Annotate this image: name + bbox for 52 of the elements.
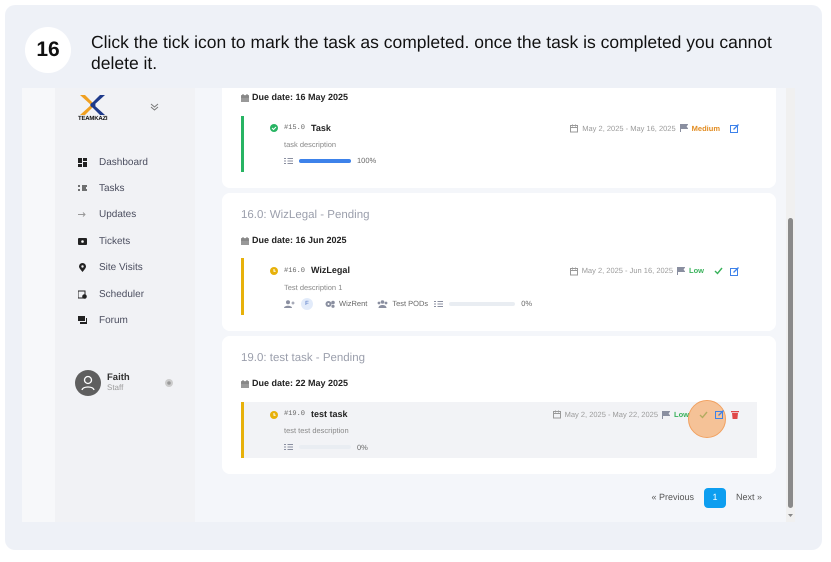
calendar-icon bbox=[241, 236, 249, 244]
calendar-icon bbox=[570, 266, 578, 276]
sidebar-item[interactable]: Tickets bbox=[55, 228, 195, 255]
calendar-icon bbox=[241, 380, 249, 388]
previous-link[interactable]: « Previous bbox=[645, 491, 700, 504]
flag-icon bbox=[677, 267, 685, 275]
dashboard-icon bbox=[78, 158, 87, 167]
step-instruction: Click the tick icon to mark the task as completed. once the task is completed you cannot delete it. bbox=[91, 32, 773, 74]
task-group-heading: 16.0: WizLegal - Pending bbox=[241, 208, 370, 222]
edit-icon[interactable] bbox=[730, 124, 739, 133]
sidebar-item[interactable]: Dashboard bbox=[55, 149, 195, 176]
tick-icon[interactable] bbox=[714, 267, 723, 275]
user-role: Staff bbox=[107, 382, 124, 393]
team-icon bbox=[377, 300, 388, 308]
clock-icon bbox=[270, 410, 278, 418]
task-title: Task bbox=[311, 122, 331, 134]
due-date: Due date: 22 May 2025 bbox=[252, 377, 348, 390]
task-group-heading: 19.0: test task - Pending bbox=[241, 351, 366, 366]
checklist-icon bbox=[284, 156, 293, 165]
sidebar-item[interactable]: Forum bbox=[55, 307, 195, 334]
calendar-icon bbox=[570, 124, 578, 133]
task-title: WizLegal bbox=[311, 264, 350, 278]
check-circle-icon bbox=[270, 124, 278, 132]
map-pin-icon bbox=[78, 263, 87, 272]
user-name: Faith bbox=[107, 372, 130, 383]
step-number: 16 bbox=[25, 27, 71, 73]
sidebar-item[interactable]: Site Visits bbox=[55, 254, 195, 281]
checklist-icon bbox=[284, 443, 293, 452]
gears-icon bbox=[325, 300, 335, 308]
ticket-icon bbox=[78, 236, 87, 246]
checklist-icon bbox=[434, 300, 444, 308]
checklist-icon bbox=[78, 184, 87, 194]
sidebar-item[interactable]: Scheduler bbox=[55, 280, 195, 308]
next-link[interactable]: Next » bbox=[730, 491, 768, 504]
calendar-icon bbox=[241, 94, 249, 102]
edit-icon[interactable] bbox=[730, 266, 739, 276]
arrow-right-icon bbox=[78, 210, 87, 220]
user-avatar-icon bbox=[75, 370, 101, 396]
clock-icon bbox=[270, 267, 278, 275]
edit-icon[interactable] bbox=[715, 410, 724, 419]
task-title: test task bbox=[311, 408, 348, 421]
sidebar-item[interactable]: Updates bbox=[55, 202, 195, 228]
chevron-down-icon[interactable] bbox=[150, 103, 159, 111]
add-user-icon bbox=[284, 300, 295, 308]
flag-icon bbox=[680, 124, 688, 132]
calendar-icon bbox=[552, 410, 561, 419]
sidebar-item[interactable]: Tasks bbox=[55, 175, 195, 202]
flag-icon bbox=[662, 410, 670, 418]
chat-bubbles-icon bbox=[78, 316, 87, 326]
trash-icon[interactable] bbox=[731, 410, 739, 419]
due-date: Due date: 16 Jun 2025 bbox=[252, 234, 347, 247]
due-date: Due date: 16 May 2025 bbox=[252, 91, 348, 104]
